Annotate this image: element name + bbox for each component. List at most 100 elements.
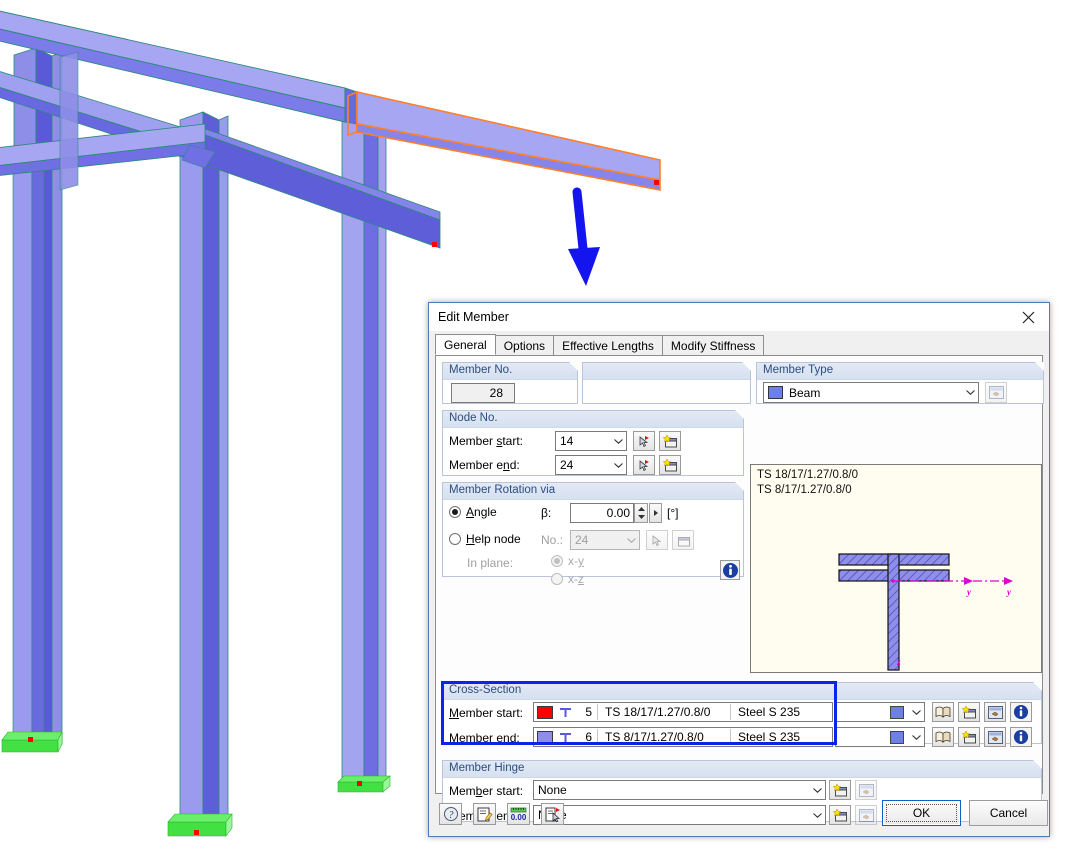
rotation-help-node-label: Help node [466,532,521,546]
tab-general[interactable]: General [435,334,496,355]
tab-effective-lengths-label: Effective Lengths [562,338,654,353]
ok-button-label: OK [886,804,957,822]
svg-text:0.00: 0.00 [511,813,527,822]
member-type-value: Beam [789,385,821,400]
help-node-value: 24 [575,533,589,547]
member-rotation-title: Member Rotation via [443,482,744,500]
preview-axis-y2: y [1006,587,1012,597]
filler-group [582,362,751,404]
cs-end-rotation-swatch [890,730,904,744]
chevron-down-icon [623,537,639,543]
beta-more-button[interactable] [649,503,662,523]
chevron-down-icon [908,734,924,740]
new-node-icon[interactable] [659,455,681,475]
edit-table-icon[interactable] [984,702,1006,722]
radio-dot [551,555,563,567]
pick-node-icon[interactable] [633,455,655,475]
node-end-value: 24 [560,458,574,472]
member-type-combo[interactable]: Beam [763,382,979,403]
help-icon[interactable]: ? [439,803,462,825]
cs-start-material: Steel S 235 [738,705,801,719]
close-icon[interactable] [1007,303,1049,331]
t-section-icon [558,707,573,718]
node-start-combo[interactable]: 14 [555,431,627,451]
cs-end-description: TS 8/17/1.27/0.8/0 [605,730,704,744]
preview-drawing: y y z [838,553,1013,671]
new-node-icon[interactable] [659,431,681,451]
info-icon[interactable] [1010,727,1032,747]
beam-stub [59,51,79,191]
tab-options-label: Options [503,338,546,353]
cs-start-number: 5 [585,705,592,719]
select-object-icon[interactable] [541,803,564,825]
cs-end-number: 6 [585,730,592,744]
in-plane-xz-radio[interactable]: x-z [551,572,584,586]
node-start-label: Member start: [449,434,524,448]
info-icon[interactable] [1010,702,1032,722]
radio-dot [449,533,461,545]
cancel-button[interactable]: Cancel [969,800,1048,826]
member-no-value[interactable]: 28 [451,383,515,403]
comment-edit-icon[interactable] [473,803,496,825]
member-hinge-title: Member Hinge [443,760,1042,778]
help-node-no-label: No.: [541,533,564,547]
help-node-combo[interactable]: 24 [570,530,640,550]
member-rotation-group: Member Rotation via Angle β: 0.00 [°] He… [442,482,744,586]
chevron-down-icon [908,709,924,715]
member-type-group: Member Type Beam [756,362,1044,404]
tab-general-label: General [444,337,487,352]
support-center [167,813,233,837]
dialog-title: Edit Member [438,309,509,324]
ok-button[interactable]: OK [882,800,961,826]
info-icon[interactable] [720,560,740,580]
edit-table-icon[interactable] [984,727,1006,747]
chevron-down-icon [610,438,626,444]
beta-unit: [°] [667,506,679,520]
new-section-icon[interactable] [958,727,980,747]
member-type-swatch [768,386,783,399]
cs-start-description: TS 18/17/1.27/0.8/0 [605,705,711,719]
new-section-icon[interactable] [958,702,980,722]
library-book-icon[interactable] [932,702,954,722]
tab-modify-stiffness[interactable]: Modify Stiffness [661,335,765,355]
cs-end-field[interactable]: 6 TS 8/17/1.27/0.8/0 Steel S 235 [533,727,833,747]
in-plane-xy-label: x-y [568,554,584,568]
radio-dot [551,573,563,585]
svg-text:?: ? [448,810,453,821]
general-tab-page: Member No. 28 Member Type Beam Node No. … [435,356,1044,825]
beta-spinner[interactable] [634,503,648,523]
member-no-title: Member No. [443,362,578,380]
pick-node-icon[interactable] [633,431,655,451]
dialog-tabs: General Options Effective Lengths Modify… [435,334,1043,356]
chevron-down-icon [610,462,626,468]
member-no-group: Member No. 28 [442,362,578,404]
dialog-titlebar: Edit Member [429,303,1049,331]
cs-end-rotation-combo[interactable] [835,727,925,747]
cs-end-material: Steel S 235 [738,730,801,744]
support-right [337,775,391,793]
tab-options[interactable]: Options [494,335,555,355]
cs-start-rotation-swatch [890,705,904,719]
pick-node-icon[interactable] [646,530,668,550]
member-type-title: Member Type [757,362,1044,380]
tab-effective-lengths[interactable]: Effective Lengths [553,335,663,355]
library-book-icon[interactable] [932,727,954,747]
preview-axis-y1: y [966,587,972,597]
node-start-value: 14 [560,434,574,448]
cross-section-title: Cross-Section [443,682,1042,700]
rotation-angle-radio[interactable]: Angle [449,505,497,519]
cs-start-rotation-combo[interactable] [835,702,925,722]
beta-label: β: [541,506,552,520]
cs-start-color-swatch [537,705,553,719]
node-end-combo[interactable]: 24 [555,455,627,475]
rotation-help-node-radio[interactable]: Help node [449,532,521,546]
chevron-down-icon [809,787,825,793]
cs-start-field[interactable]: 5 TS 18/17/1.27/0.8/0 Steel S 235 [533,702,833,722]
edit-table-icon[interactable] [985,382,1007,403]
node-no-title: Node No. [443,410,744,428]
node-end-label: Member end: [449,458,520,472]
units-000-icon[interactable]: 0.00 [507,803,530,825]
new-node-icon[interactable] [672,530,694,550]
in-plane-xy-radio[interactable]: x-y [551,554,584,568]
beta-input[interactable]: 0.00 [570,503,634,523]
